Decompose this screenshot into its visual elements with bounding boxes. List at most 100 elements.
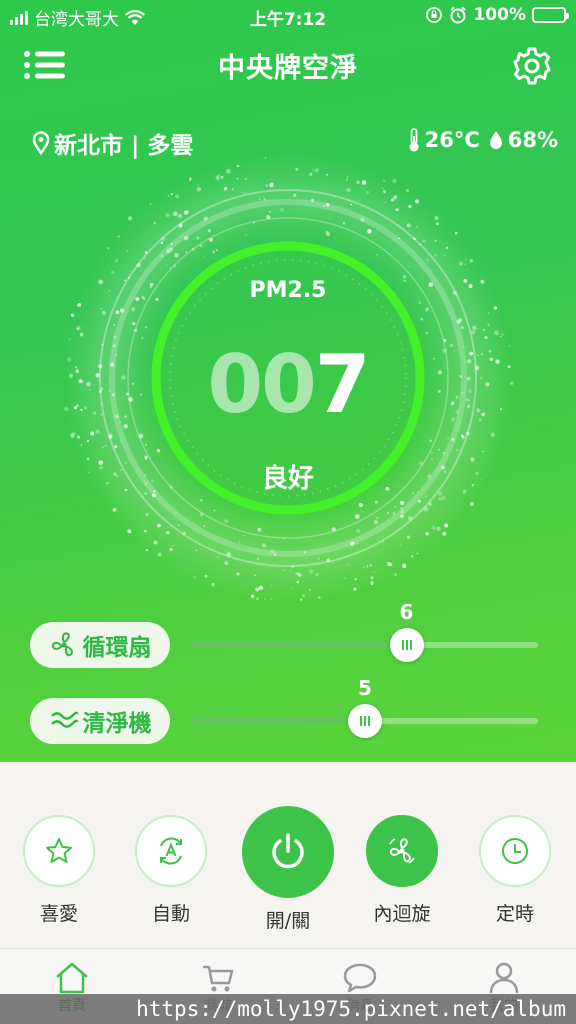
status-bar: 台湾大哥大 上午7:12 100% <box>0 0 576 32</box>
particle <box>264 598 266 600</box>
particle <box>104 445 107 447</box>
particle <box>423 506 429 512</box>
particle <box>308 589 311 591</box>
particle <box>114 259 119 263</box>
particle <box>434 254 437 257</box>
particle <box>253 221 255 224</box>
auto-mode-button[interactable]: 自動 <box>121 800 221 926</box>
particle <box>315 168 319 173</box>
particle <box>369 564 372 567</box>
particle <box>199 548 202 551</box>
particle <box>126 250 128 252</box>
particle <box>442 531 447 536</box>
particle <box>423 212 425 214</box>
fan-mode-button[interactable]: 循環扇 <box>30 622 170 668</box>
auto-mode-button-circle[interactable] <box>135 815 207 887</box>
particle <box>101 310 106 315</box>
particle <box>383 190 387 194</box>
particle <box>408 204 412 209</box>
particle <box>236 177 239 180</box>
particle <box>112 507 117 512</box>
particle <box>322 205 325 207</box>
particle <box>166 264 168 266</box>
particle <box>292 193 297 197</box>
particle <box>245 234 247 236</box>
particle <box>169 547 173 552</box>
particle <box>414 199 420 204</box>
particle <box>274 553 277 556</box>
action-buttons: 喜愛 自動 開/關 內迴旋 定時 <box>0 800 576 940</box>
particle <box>70 313 75 318</box>
fan-mode-label: 循環扇 <box>82 635 152 661</box>
chat-bubble-icon <box>343 963 377 993</box>
cart-icon <box>203 965 234 992</box>
particle <box>224 519 228 523</box>
particle <box>218 174 220 176</box>
particle <box>406 189 409 192</box>
particle <box>296 580 300 584</box>
particle <box>383 179 385 182</box>
particle <box>76 435 81 439</box>
particle <box>108 434 113 439</box>
particle <box>438 497 442 501</box>
particle <box>291 565 294 568</box>
particle <box>353 587 357 591</box>
power-button[interactable]: 開/關 <box>238 800 338 933</box>
star-icon <box>46 838 72 863</box>
purifier-mode-button[interactable]: 清淨機 <box>30 698 170 744</box>
purifier-speed-slider[interactable]: 5 <box>192 676 538 738</box>
particle <box>428 502 432 506</box>
particle <box>348 199 350 201</box>
particle <box>258 198 261 200</box>
particle <box>185 210 189 214</box>
internal-circulation-button[interactable]: 內迴旋 <box>352 800 452 926</box>
particle <box>111 270 115 274</box>
particle <box>217 556 220 559</box>
particle <box>309 172 313 176</box>
favorite-button-circle[interactable] <box>23 815 95 887</box>
particle <box>120 308 125 313</box>
particle <box>196 187 202 192</box>
particle <box>422 239 426 243</box>
location-weather-text: 新北市 | 多雲 <box>54 133 194 159</box>
power-button-circle[interactable] <box>242 806 334 898</box>
particle <box>366 565 369 568</box>
particle <box>144 251 148 254</box>
particle <box>212 250 216 254</box>
particle <box>170 193 173 196</box>
humidity-value: 68% <box>507 128 558 152</box>
particle <box>157 523 161 528</box>
fan-speed-control: 循環扇 6 <box>30 600 550 668</box>
particle <box>90 431 95 436</box>
particle <box>469 501 474 507</box>
timer-button[interactable]: 定時 <box>465 800 565 926</box>
grip-icon <box>401 640 412 650</box>
fan-speed-value: 6 <box>399 600 414 624</box>
particle <box>113 324 115 326</box>
particle <box>258 585 264 590</box>
particle <box>170 242 174 246</box>
favorite-button[interactable]: 喜愛 <box>9 800 109 926</box>
particle <box>269 182 274 188</box>
particle <box>407 265 410 268</box>
timer-label: 定時 <box>495 903 534 925</box>
particle <box>360 217 365 223</box>
internal-circulation-button-circle[interactable] <box>366 815 438 887</box>
particle <box>394 505 397 508</box>
particle <box>458 261 464 266</box>
particle <box>431 525 436 531</box>
particle <box>487 323 490 326</box>
clock-icon <box>502 838 528 864</box>
particle <box>76 327 79 330</box>
humidity-drop-icon <box>489 131 502 149</box>
particle <box>238 541 241 544</box>
purifier-speed-slider-handle[interactable] <box>348 704 382 738</box>
particle <box>115 310 120 315</box>
fan-speed-slider-handle[interactable] <box>389 628 424 662</box>
fan-speed-slider[interactable]: 6 <box>192 600 538 662</box>
gear-icon[interactable] <box>512 46 552 86</box>
particle <box>133 328 138 332</box>
timer-button-circle[interactable] <box>479 815 551 887</box>
particle <box>153 222 156 224</box>
pm25-value: 007 <box>0 338 576 431</box>
